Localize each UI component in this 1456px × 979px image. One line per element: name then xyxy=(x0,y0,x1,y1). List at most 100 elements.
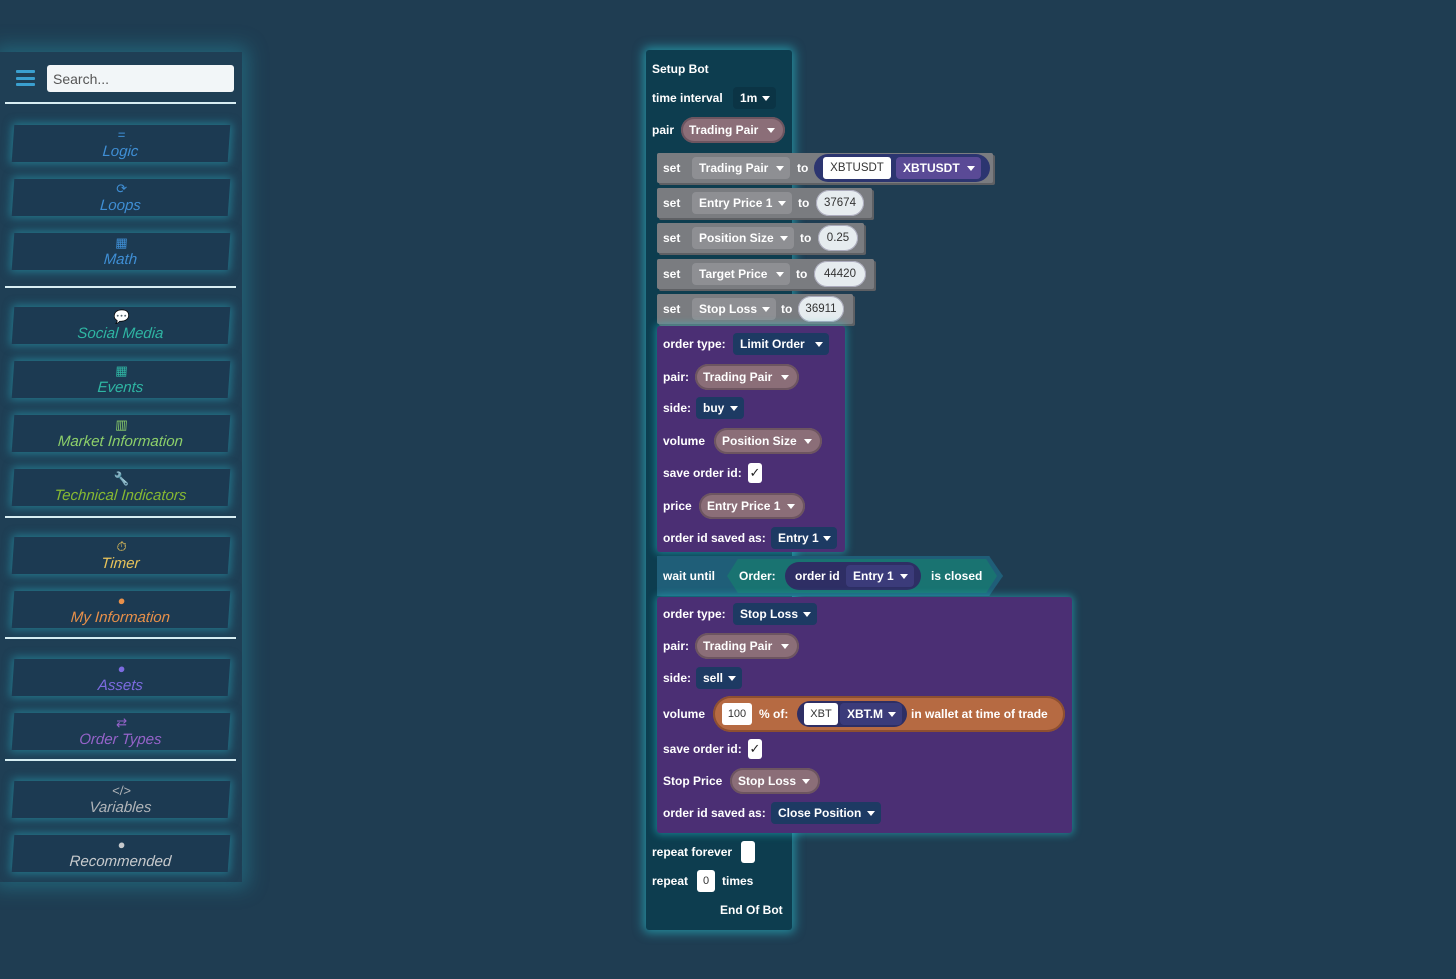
stop-price-variable-pill[interactable]: Stop Loss xyxy=(730,768,820,794)
side-label: side: xyxy=(663,401,692,415)
category-label: Assets xyxy=(97,677,144,694)
comments-icon: 💬 xyxy=(113,309,131,324)
repeat-label: repeat xyxy=(652,874,689,888)
equals-icon: = xyxy=(117,127,126,142)
order-id-dropdown[interactable]: Entry 1 xyxy=(846,565,914,587)
stop-price-label: Stop Price xyxy=(663,774,723,788)
wallet-text: in wallet at time of trade xyxy=(911,707,1048,721)
set-keyword: set xyxy=(663,302,681,316)
coin-icon: ● xyxy=(117,661,127,676)
order-type-dropdown[interactable]: Limit Order xyxy=(733,333,829,355)
entry-price-value-input[interactable]: 37674 xyxy=(816,190,864,216)
category-order-types[interactable]: ⇄ Order Types xyxy=(11,713,231,750)
order-id-label: order id xyxy=(795,569,840,583)
category-my-information[interactable]: ● My Information xyxy=(11,591,231,628)
set-variable-dropdown[interactable]: Target Price xyxy=(692,263,790,285)
wait-until-label: wait until xyxy=(663,569,715,583)
category-label: Market Information xyxy=(57,433,184,450)
category-logic[interactable]: = Logic xyxy=(11,125,231,162)
category-label: My Information xyxy=(70,609,171,626)
calendar-icon: ▦ xyxy=(114,363,129,378)
asset-text-input[interactable]: XBT xyxy=(804,703,838,725)
divider xyxy=(5,759,236,761)
end-of-bot-label: End Of Bot xyxy=(720,903,783,917)
pair-label: pair: xyxy=(663,370,690,384)
category-label: Logic xyxy=(101,143,139,160)
order-id-saved-as-dropdown[interactable]: Entry 1 xyxy=(771,527,837,549)
set-variable-dropdown[interactable]: Entry Price 1 xyxy=(692,192,792,214)
category-label: Social Media xyxy=(76,325,164,342)
divider xyxy=(5,102,236,104)
repeat-forever-checkbox[interactable] xyxy=(741,841,755,863)
category-label: Math xyxy=(103,251,138,268)
user-icon: ● xyxy=(117,593,127,608)
set-variable-dropdown[interactable]: Stop Loss xyxy=(692,298,776,320)
divider xyxy=(5,637,236,639)
category-math[interactable]: ▦ Math xyxy=(11,233,231,270)
category-label: Variables xyxy=(88,799,153,816)
order-label: Order: xyxy=(739,569,776,583)
category-label: Events xyxy=(96,379,144,396)
category-variables[interactable]: </> Variables xyxy=(11,781,231,818)
order-type-dropdown[interactable]: Stop Loss xyxy=(733,603,817,625)
category-recommended[interactable]: ● Recommended xyxy=(11,835,231,872)
category-timer[interactable]: ⏱ Timer xyxy=(11,537,231,574)
set-variable-dropdown[interactable]: Position Size xyxy=(692,227,794,249)
order-type-label: order type: xyxy=(663,607,726,621)
percentage-input[interactable]: 100 xyxy=(722,703,752,725)
save-order-id-checkbox[interactable]: ✓ xyxy=(748,739,762,759)
side-label: side: xyxy=(663,671,692,685)
volume-label: volume xyxy=(663,707,706,721)
setup-bot-title: Setup Bot xyxy=(652,62,709,76)
asset-dropdown[interactable]: XBT.M xyxy=(840,703,902,725)
pair-variable-pill[interactable]: Trading Pair xyxy=(695,633,799,659)
stop-loss-value-input[interactable]: 36911 xyxy=(798,296,844,322)
target-price-value-input[interactable]: 44420 xyxy=(814,261,866,287)
category-loops[interactable]: ⟳ Loops xyxy=(11,179,231,216)
category-assets[interactable]: ● Assets xyxy=(11,659,231,696)
save-order-id-checkbox[interactable]: ✓ xyxy=(748,463,762,483)
category-label: Order Types xyxy=(78,731,163,748)
pair-variable-pill[interactable]: Trading Pair xyxy=(681,117,785,143)
refresh-icon: ⟳ xyxy=(115,181,128,196)
category-label: Loops xyxy=(99,197,142,214)
stopwatch-icon: ⏱ xyxy=(116,539,128,554)
time-interval-label: time interval xyxy=(652,91,723,105)
percent-of-label: % of: xyxy=(759,707,789,721)
exchange-icon: ⇄ xyxy=(115,715,128,730)
side-dropdown[interactable]: sell xyxy=(696,667,742,689)
category-events[interactable]: ▦ Events xyxy=(11,361,231,398)
set-variable-dropdown[interactable]: Trading Pair xyxy=(692,157,790,179)
pair-variable-pill[interactable]: Trading Pair xyxy=(695,364,799,390)
pair-text-input[interactable]: XBTUSDT xyxy=(823,157,891,179)
repeat-count-input[interactable]: 0 xyxy=(697,870,715,892)
position-size-value-input[interactable]: 0.25 xyxy=(818,225,858,251)
hamburger-menu-icon[interactable] xyxy=(16,70,35,86)
category-label: Recommended xyxy=(68,853,172,870)
volume-label: volume xyxy=(663,434,706,448)
times-label: times xyxy=(722,874,754,888)
divider xyxy=(5,286,236,288)
to-keyword: to xyxy=(797,161,809,175)
category-technical-indicators[interactable]: 🔧 Technical Indicators xyxy=(11,469,231,506)
set-keyword: set xyxy=(663,196,681,210)
repeat-forever-label: repeat forever xyxy=(652,845,733,859)
to-keyword: to xyxy=(798,196,810,210)
volume-variable-pill[interactable]: Position Size xyxy=(714,428,822,454)
set-keyword: set xyxy=(663,161,681,175)
category-market-information[interactable]: ▥ Market Information xyxy=(11,415,231,452)
time-interval-dropdown[interactable]: 1m xyxy=(733,87,776,109)
pair-symbol-dropdown[interactable]: XBTUSDT xyxy=(896,157,981,179)
search-input[interactable] xyxy=(47,65,234,92)
order-id-saved-as-dropdown[interactable]: Close Position xyxy=(771,802,881,824)
save-order-id-label: save order id: xyxy=(663,466,742,480)
price-variable-pill[interactable]: Entry Price 1 xyxy=(699,493,805,519)
category-social-media[interactable]: 💬 Social Media xyxy=(11,307,231,344)
save-order-id-label: save order id: xyxy=(663,742,742,756)
order-id-saved-as-label: order id saved as: xyxy=(663,531,766,545)
divider xyxy=(5,516,236,518)
pair-label: pair: xyxy=(663,639,690,653)
set-keyword: set xyxy=(663,231,681,245)
side-dropdown[interactable]: buy xyxy=(696,397,744,419)
price-label: price xyxy=(663,499,692,513)
